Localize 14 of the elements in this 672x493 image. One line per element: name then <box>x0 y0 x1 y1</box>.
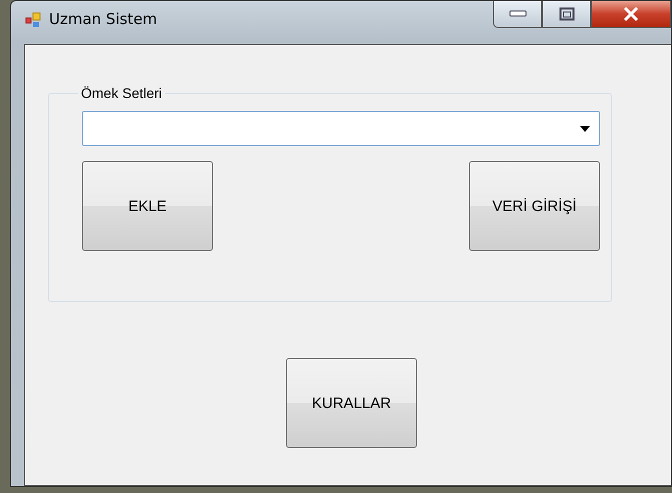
dropdown-field[interactable] <box>82 111 600 146</box>
close-icon <box>623 7 639 21</box>
caret-icon <box>580 126 590 132</box>
minimize-icon <box>508 10 526 18</box>
window-title: Uzman Sistem <box>49 10 158 28</box>
app-icon <box>25 12 41 28</box>
group-label: Ömek Setleri <box>80 85 163 101</box>
action-button[interactable]: EKLE <box>82 161 213 251</box>
action-button[interactable]: VERİ GİRİŞİ <box>469 161 600 251</box>
close-button[interactable] <box>591 1 671 28</box>
maximize-icon <box>558 7 574 21</box>
action-button[interactable]: KURALLAR <box>286 358 417 448</box>
minimize-button[interactable] <box>493 1 542 28</box>
maximize-button[interactable] <box>542 1 591 28</box>
